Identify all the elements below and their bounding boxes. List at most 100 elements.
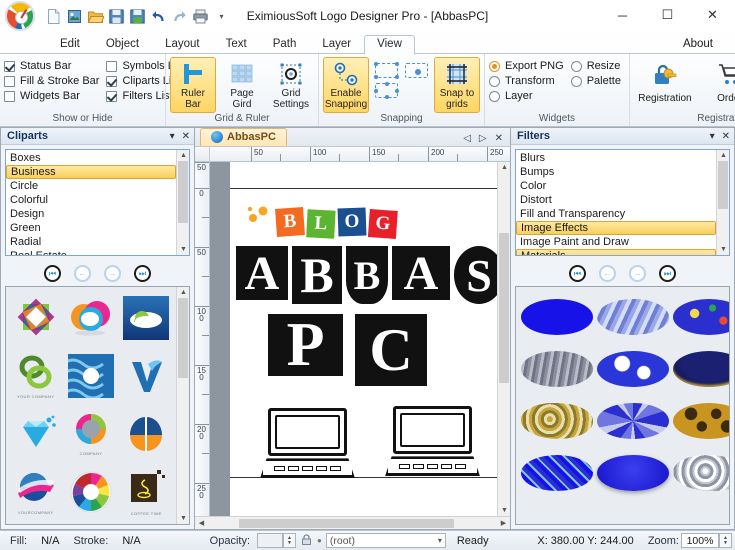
last-page-button[interactable]: ⏭ [134, 265, 151, 283]
filter-leopard-gold[interactable] [673, 397, 729, 445]
previous-page-button[interactable]: ← [74, 265, 91, 283]
zoom-stepper[interactable]: ▲ ▼ [719, 533, 732, 548]
clipart-purple-bar[interactable] [9, 522, 62, 524]
canvas-horizontal-scrollbar[interactable]: ◀ ▶ [195, 516, 510, 529]
scroll-down-arrow[interactable]: ▼ [177, 244, 189, 256]
scroll-tabs-left-icon[interactable]: ◁ [463, 133, 471, 144]
redo-icon[interactable] [171, 8, 188, 25]
close-button[interactable]: ✕ [690, 0, 735, 30]
scrollbar-thumb[interactable] [499, 233, 509, 384]
filter-silver-rock[interactable] [673, 449, 729, 497]
clipart-blue-cloud[interactable] [120, 290, 173, 346]
filters-list-scrollbar[interactable]: ▲ ▼ [716, 150, 729, 256]
menu-item-layout[interactable]: Layout [152, 35, 213, 54]
artwork-pc-word[interactable]: P C [268, 311, 427, 387]
opacity-input[interactable] [257, 533, 284, 548]
menu-item-layer[interactable]: Layer [309, 35, 364, 54]
registration-button[interactable]: Registration [634, 57, 696, 104]
document-tab-abbaspc[interactable]: AbbasPC [200, 128, 287, 147]
enable-snapping-button[interactable]: Enable Snapping [323, 57, 369, 114]
maximize-button[interactable]: ☐ [645, 0, 690, 30]
grid-settings-button[interactable]: Grid Settings [268, 57, 314, 113]
list-item[interactable]: Radial [6, 235, 176, 249]
scroll-down-arrow[interactable]: ▼ [177, 513, 189, 524]
scrollbar-thumb[interactable] [178, 298, 188, 379]
filter-noise-blue[interactable] [597, 397, 669, 445]
scroll-left-arrow[interactable]: ◀ [195, 517, 208, 529]
print-icon[interactable] [192, 8, 209, 25]
menu-item-text[interactable]: Text [213, 35, 260, 54]
clipart-color-wheel[interactable] [64, 464, 117, 520]
last-page-button[interactable]: ⏭ [659, 265, 676, 283]
layer-selector[interactable]: (root) ▾ [325, 533, 446, 548]
about-button[interactable]: About [661, 35, 735, 54]
undo-icon[interactable] [150, 8, 167, 25]
list-item[interactable]: Image Paint and Draw [516, 235, 716, 249]
collapse-icon[interactable]: ▾ [170, 131, 175, 142]
page-grid-button[interactable]: Page Gird [219, 57, 265, 113]
scrollbar-thumb[interactable] [718, 161, 728, 210]
filter-gold-crust[interactable] [521, 397, 593, 445]
snap-to-grids-button[interactable]: Snap to grids [434, 57, 480, 114]
scroll-down-arrow[interactable]: ▼ [498, 505, 510, 516]
list-item[interactable]: Circle [6, 179, 176, 193]
close-icon[interactable]: ✕ [722, 131, 730, 142]
scroll-down-arrow[interactable]: ▼ [717, 244, 729, 256]
scrollbar-thumb[interactable] [239, 518, 454, 528]
list-item[interactable]: Design [6, 207, 176, 221]
clipart-dots-cluster[interactable] [120, 522, 173, 524]
list-item[interactable]: Fill and Transparency [516, 207, 716, 221]
cliparts-list-scrollbar[interactable]: ▲ ▼ [176, 150, 189, 256]
list-item[interactable]: Business [6, 165, 176, 180]
open-folder-icon[interactable] [87, 8, 105, 25]
clipart-blue-waves[interactable] [64, 348, 117, 404]
cliparts-category-list[interactable]: Boxes Business Circle Colorful Design Gr… [5, 149, 190, 257]
clipart-green-rings[interactable]: YOUR COMPANY [9, 348, 62, 404]
radio-palette[interactable]: Palette [570, 75, 625, 87]
close-icon[interactable]: ✕ [182, 131, 190, 142]
cliparts-thumbnail-area[interactable]: YOUR COMPANY COMPANY YOURCOMPANY COFFEE … [5, 286, 190, 525]
scroll-up-arrow[interactable]: ▲ [177, 150, 189, 162]
filter-solid-blue[interactable] [521, 293, 593, 341]
list-item[interactable]: Green [6, 221, 176, 235]
filters-category-list[interactable]: Blurs Bumps Color Distort Fill and Trans… [515, 149, 730, 257]
first-page-button[interactable]: ⏮ [44, 265, 61, 283]
snap-to-bounding-box-icon[interactable] [374, 62, 399, 79]
list-item[interactable]: Bumps [516, 165, 716, 179]
close-tab-icon[interactable]: ✕ [495, 133, 503, 144]
canvas-viewport[interactable]: B L O G A B B A S P C ▲ ▼ [210, 162, 510, 516]
clipart-letter-v[interactable] [120, 348, 173, 404]
save-as-icon[interactable] [129, 8, 146, 25]
filter-marble-blue[interactable] [597, 293, 669, 341]
zoom-value[interactable]: 100% [681, 533, 719, 548]
horizontal-ruler[interactable]: 50 100 150 200 250 300 [210, 147, 510, 163]
menu-item-path[interactable]: Path [260, 35, 310, 54]
collapse-icon[interactable]: ▾ [710, 131, 715, 142]
fill-value[interactable]: N/A [34, 535, 66, 547]
vertical-ruler[interactable]: 50 0 50 100 150 200 250 [195, 162, 210, 516]
menu-item-edit[interactable]: Edit [47, 35, 93, 54]
canvas-sheet[interactable]: B L O G A B B A S P C [230, 162, 510, 516]
clipart-globe-ribbon[interactable]: YOURCOMPANY [9, 464, 62, 520]
filter-dark-navy[interactable] [673, 345, 729, 393]
radio-export-png[interactable]: Export PNG [489, 60, 568, 72]
import-image-icon[interactable] [66, 8, 83, 25]
list-item[interactable]: Materials [516, 249, 716, 256]
clipart-coffee-cup[interactable]: COFFEE TIME [120, 464, 173, 520]
snap-to-nodes-icon[interactable] [374, 82, 399, 99]
artwork-blog-word[interactable]: B L O G [275, 207, 398, 240]
scroll-tabs-right-icon[interactable]: ▷ [479, 133, 487, 144]
filter-speckled-map[interactable] [673, 293, 729, 341]
filter-cloud-blue[interactable] [597, 345, 669, 393]
radio-resize[interactable]: Resize [570, 60, 625, 72]
next-page-button[interactable]: → [629, 265, 646, 283]
clipart-color-badge[interactable]: COMPANY [64, 406, 117, 462]
filter-crystal-blue[interactable] [521, 449, 593, 497]
clipart-cloud-swirl[interactable] [64, 290, 117, 346]
checkbox-fill-stroke-bar[interactable]: Fill & Stroke Bar [4, 75, 103, 87]
radio-transform[interactable]: Transform [489, 75, 568, 87]
clipart-arch-mark[interactable] [64, 522, 117, 524]
scroll-up-arrow[interactable]: ▲ [498, 162, 510, 174]
save-icon[interactable] [108, 8, 125, 25]
customize-toolbar-icon[interactable]: ▾ [213, 8, 230, 25]
